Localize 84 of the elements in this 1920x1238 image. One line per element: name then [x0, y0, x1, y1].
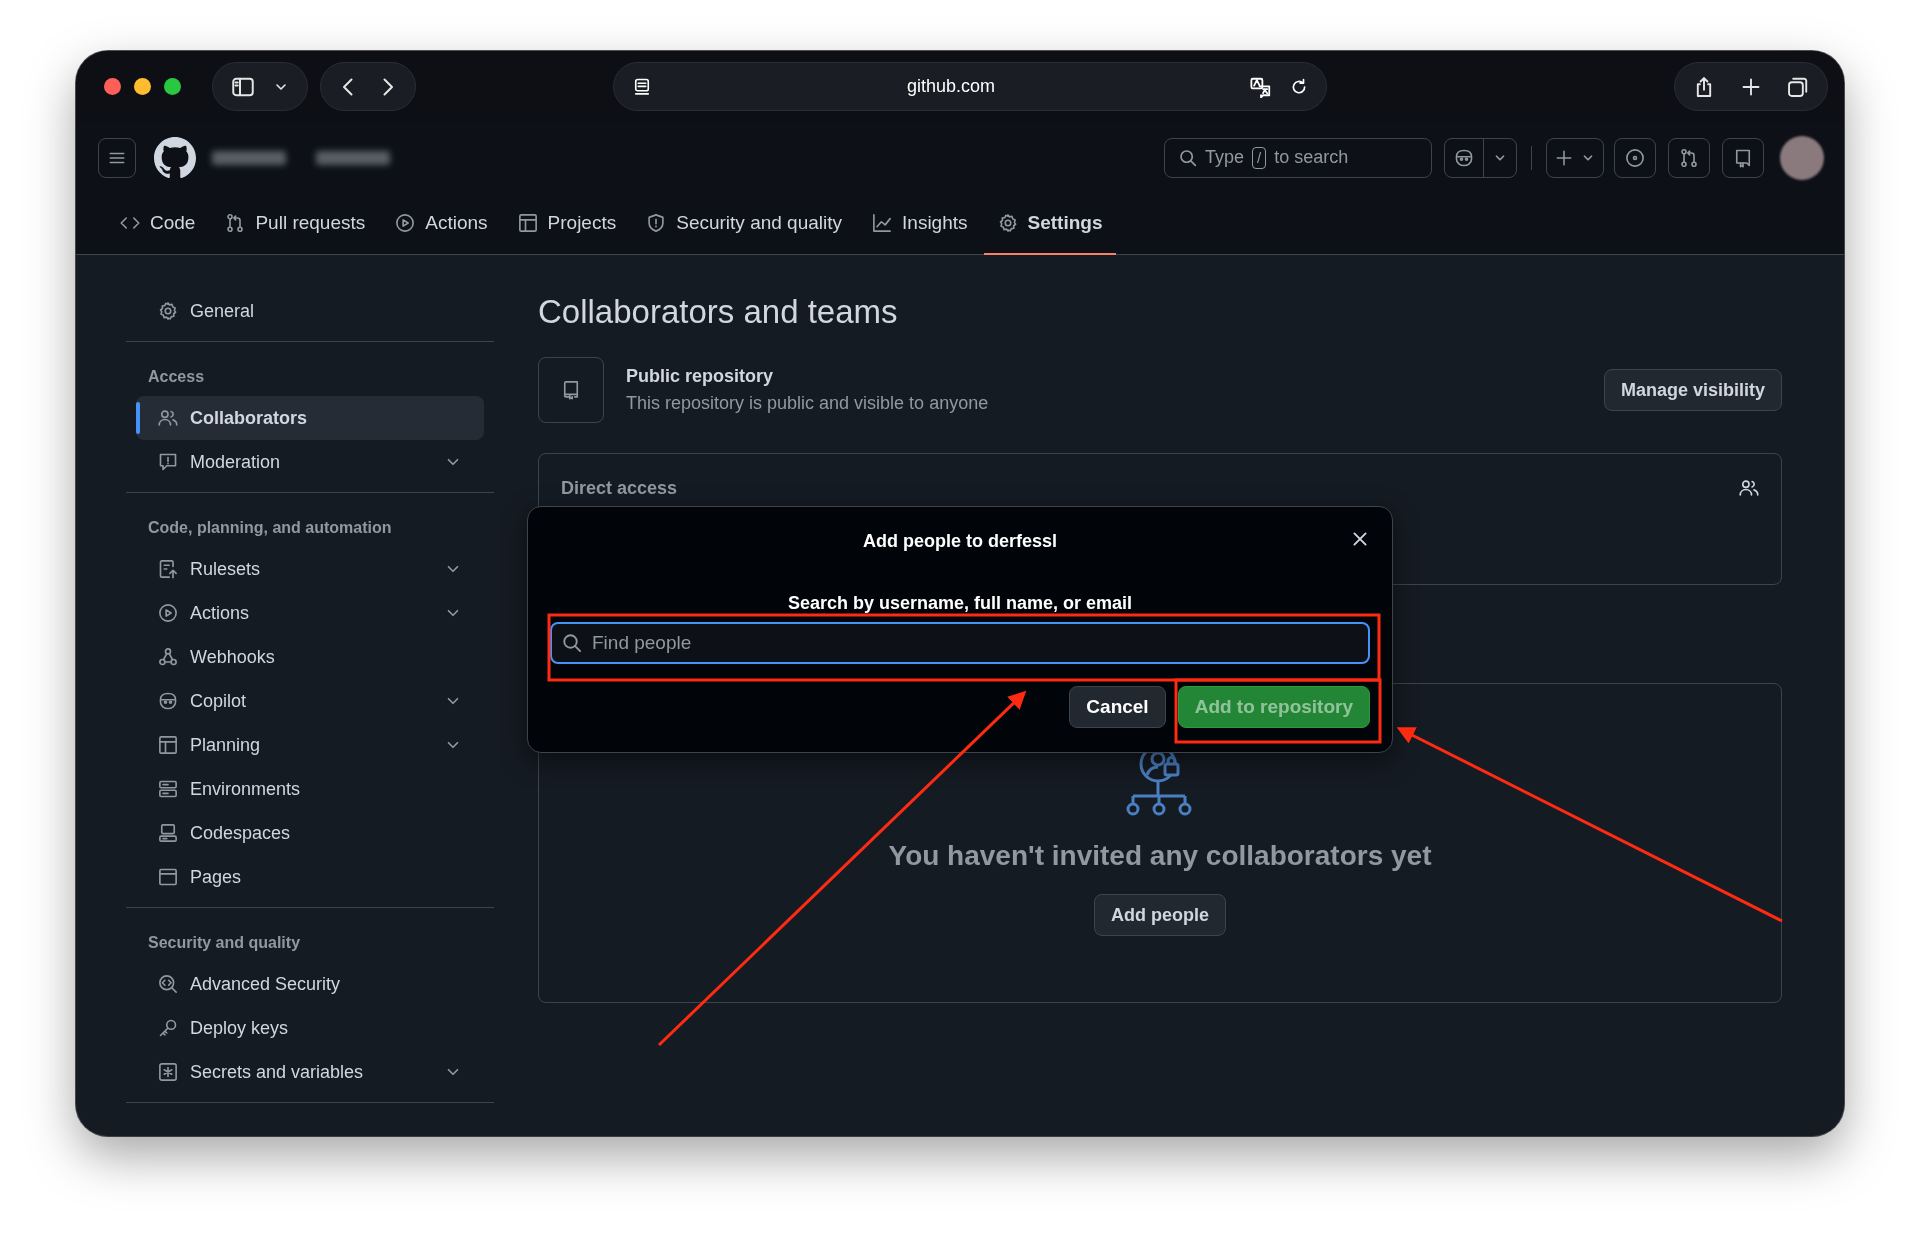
people-icon: [158, 408, 178, 428]
octocat-logo-icon[interactable]: [154, 136, 196, 179]
sidebar-item[interactable]: Actions: [136, 591, 484, 635]
add-people-button[interactable]: Add people: [1094, 894, 1226, 936]
translate-icon: [1250, 75, 1272, 98]
sidebar-item[interactable]: Secrets and variables: [136, 1050, 484, 1094]
sidebar-heading: Security and quality: [147, 933, 302, 953]
sidebar-item[interactable]: Environments: [136, 767, 484, 811]
repo-tab[interactable]: Insights: [858, 193, 982, 255]
create-button[interactable]: [1546, 137, 1604, 178]
repo-tab[interactable]: Code: [106, 193, 210, 255]
settings-icon: [997, 213, 1018, 233]
repo-tab[interactable]: Security and quality: [632, 193, 857, 255]
menu-button[interactable]: [98, 137, 136, 178]
reader-icon: [632, 76, 652, 97]
direct-access-heading: Direct access: [561, 478, 678, 500]
search-code-icon: [158, 974, 178, 994]
sidebar-heading: Code, planning, and automation: [147, 518, 393, 538]
cancel-button[interactable]: Cancel: [1069, 686, 1166, 728]
server-icon: [158, 779, 178, 799]
key-icon: [158, 1018, 178, 1038]
close-icon: [1350, 529, 1370, 549]
sidebar-heading: Access: [147, 367, 206, 387]
sidebar-item[interactable]: Advanced Security: [136, 962, 484, 1006]
search-field[interactable]: Type / to search: [1164, 137, 1432, 178]
sidebar-item[interactable]: Deploy keys: [136, 1006, 484, 1050]
sidebar-item[interactable]: Webhooks: [136, 635, 484, 679]
repo-icon: [561, 380, 581, 400]
plus-icon: [1555, 148, 1573, 167]
play-icon: [395, 213, 416, 233]
table-icon: [158, 735, 178, 755]
search-label: Search by username, full name, or email: [786, 593, 1134, 614]
empty-state-message: You haven't invited any collaborators yet: [888, 840, 1432, 872]
minimize-window-button[interactable]: [134, 78, 151, 95]
sidebar-item[interactable]: Collaborators: [136, 396, 484, 440]
avatar[interactable]: [1780, 135, 1824, 180]
copilot-button[interactable]: [1444, 137, 1517, 178]
repo-tab[interactable]: Settings: [983, 193, 1117, 255]
copilot-icon: [158, 691, 178, 711]
repo-icon: [1733, 147, 1753, 168]
issues-button[interactable]: [1614, 137, 1656, 178]
address-bar[interactable]: github.com: [613, 62, 1327, 111]
repo-tab[interactable]: Projects: [503, 193, 631, 255]
reload-icon[interactable]: [1290, 77, 1308, 96]
sidebar-item[interactable]: Pages: [136, 855, 484, 899]
table-icon: [517, 213, 538, 233]
visibility-title: Public repository: [626, 366, 775, 387]
repo-tab[interactable]: Pull requests: [211, 193, 380, 255]
find-people-field[interactable]: Find people: [550, 622, 1370, 664]
shield-icon: [646, 213, 667, 233]
repo-tab[interactable]: Actions: [381, 193, 502, 255]
search-icon: [1179, 148, 1197, 167]
webhook-icon: [158, 647, 178, 667]
new-tab-icon[interactable]: [1741, 76, 1761, 97]
search-icon: [562, 633, 582, 653]
sidebar-item[interactable]: Planning: [136, 723, 484, 767]
graph-icon: [872, 213, 893, 233]
browser-icon: [158, 867, 178, 887]
maximize-window-button[interactable]: [164, 78, 181, 95]
dialog-title: Add people to derfessl: [863, 530, 1057, 552]
tabs-icon[interactable]: [1787, 75, 1809, 98]
sidebar-item[interactable]: General: [136, 289, 484, 333]
manage-visibility-button[interactable]: Manage visibility: [1603, 369, 1782, 411]
close-window-button[interactable]: [104, 78, 121, 95]
play-icon: [158, 603, 178, 623]
page-title: Collaborators and teams: [538, 293, 899, 331]
repositories-button[interactable]: [1722, 137, 1764, 178]
sidebar-item[interactable]: Copilot: [136, 679, 484, 723]
visibility-description: This repository is public and visible to anyone: [626, 393, 990, 414]
copilot-icon: [1454, 147, 1474, 168]
asterisk-icon: [158, 1062, 178, 1082]
issue-icon: [1625, 147, 1645, 168]
document-icon: [158, 559, 178, 579]
pull-requests-button[interactable]: [1668, 137, 1710, 178]
close-button[interactable]: [1350, 529, 1370, 549]
laptop-icon: [158, 823, 178, 843]
pull-request-icon: [1679, 147, 1699, 168]
sidebar-item[interactable]: Rulesets: [136, 547, 484, 591]
sidebar-item[interactable]: Codespaces: [136, 811, 484, 855]
pull-request-icon: [225, 213, 246, 233]
people-icon: [1739, 478, 1759, 498]
settings-icon: [158, 301, 178, 321]
comment-icon: [158, 452, 178, 472]
sidebar-item[interactable]: Moderation: [136, 440, 484, 484]
